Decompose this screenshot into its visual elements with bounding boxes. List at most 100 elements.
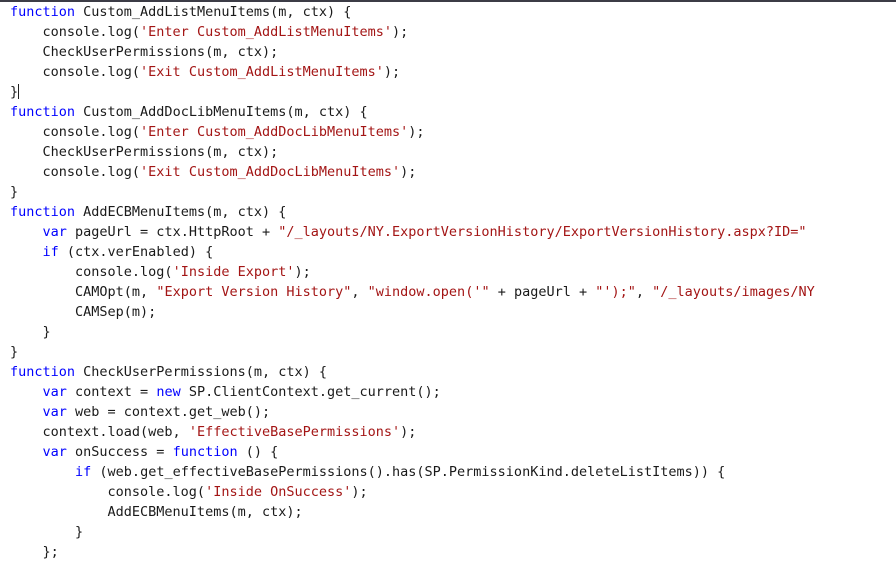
code-token-keyword: new bbox=[156, 384, 181, 400]
code-token-plain: + pageUrl + bbox=[489, 284, 596, 300]
code-token-keyword: var bbox=[42, 444, 67, 460]
code-editor[interactable]: function Custom_AddListMenuItems(m, ctx)… bbox=[0, 0, 896, 565]
code-token-plain: context = bbox=[66, 384, 157, 400]
code-token-plain: }; bbox=[10, 544, 59, 560]
code-token-plain: ); bbox=[400, 424, 417, 440]
code-token-keyword: if bbox=[42, 244, 59, 260]
code-line[interactable]: } bbox=[0, 182, 896, 202]
code-token-plain: } bbox=[10, 524, 84, 540]
code-token-plain: SP.ClientContext.get_current(); bbox=[180, 384, 441, 400]
code-token-keyword: function bbox=[10, 4, 76, 20]
code-text-area[interactable]: function Custom_AddListMenuItems(m, ctx)… bbox=[0, 2, 896, 565]
code-token-plain: ); bbox=[383, 64, 401, 80]
code-token-string: 'Enter Custom_AddListMenuItems' bbox=[140, 24, 393, 40]
code-token-plain: CheckUserPermissions(m, ctx); bbox=[10, 144, 279, 160]
code-token-plain: AddECBMenuItems(m, ctx) { bbox=[75, 204, 287, 220]
code-token-plain: ); bbox=[392, 24, 409, 40]
code-line[interactable]: CAMSep(m); bbox=[0, 302, 896, 322]
code-line[interactable]: context.load(web, 'EffectiveBasePermissi… bbox=[0, 422, 896, 442]
code-token-keyword: if bbox=[75, 464, 92, 480]
code-token-string: "');" bbox=[595, 284, 636, 300]
code-token-plain: } bbox=[10, 84, 19, 100]
code-token-plain: console.log( bbox=[10, 124, 141, 140]
code-token-plain: CheckUserPermissions(m, ctx); bbox=[10, 44, 279, 60]
code-token-string: 'Inside Export' bbox=[172, 264, 295, 280]
code-token-plain: (ctx.verEnabled) { bbox=[58, 244, 214, 260]
code-token-plain: console.log( bbox=[10, 264, 173, 280]
code-token-plain: } bbox=[10, 344, 19, 360]
code-token-string: 'Exit Custom_AddListMenuItems' bbox=[140, 64, 384, 80]
code-token-plain: context.load(web, bbox=[10, 424, 189, 440]
code-token-plain: , bbox=[351, 284, 368, 300]
code-token-keyword: var bbox=[42, 404, 67, 420]
code-token-keyword: function bbox=[10, 104, 76, 120]
code-line[interactable]: function CheckUserPermissions(m, ctx) { bbox=[0, 362, 896, 382]
code-line[interactable]: console.log('Enter Custom_AddListMenuIte… bbox=[0, 22, 896, 42]
code-line[interactable]: }; bbox=[0, 542, 896, 562]
code-token-string: 'EffectiveBasePermissions' bbox=[188, 424, 401, 440]
code-token-string: 'Inside OnSuccess' bbox=[205, 484, 352, 500]
code-line[interactable]: console.log('Inside Export'); bbox=[0, 262, 896, 282]
code-token-plain: web = context.get_web(); bbox=[66, 404, 271, 420]
code-token-string: "/_layouts/NY.ExportVersionHistory/Expor… bbox=[278, 224, 807, 240]
code-line[interactable]: var context = new SP.ClientContext.get_c… bbox=[0, 382, 896, 402]
code-line[interactable]: } bbox=[0, 322, 896, 342]
code-token-string: "window.open('" bbox=[367, 284, 490, 300]
code-token-plain: Custom_AddListMenuItems(m, ctx) { bbox=[75, 4, 352, 20]
code-token-plain: CheckUserPermissions(m, ctx) { bbox=[75, 364, 327, 380]
code-line[interactable]: console.log('Exit Custom_AddDocLibMenuIt… bbox=[0, 162, 896, 182]
code-token-plain: ); bbox=[294, 264, 311, 280]
code-token-plain: ); bbox=[400, 164, 417, 180]
code-token-keyword: var bbox=[42, 224, 67, 240]
code-line[interactable]: CAMOpt(m, "Export Version History", "win… bbox=[0, 282, 896, 302]
code-token-string: "/_layouts/images/NY bbox=[652, 284, 815, 300]
code-token-plain: onSuccess = bbox=[66, 444, 173, 460]
code-token-string: 'Exit Custom_AddDocLibMenuItems' bbox=[140, 164, 401, 180]
code-token-plain: console.log( bbox=[10, 484, 206, 500]
code-token-plain: pageUrl = ctx.HttpRoot + bbox=[66, 224, 279, 240]
code-line[interactable]: } bbox=[0, 82, 896, 102]
code-line[interactable]: var onSuccess = function () { bbox=[0, 442, 896, 462]
code-token-plain: AddECBMenuItems(m, ctx); bbox=[10, 504, 303, 520]
code-token-plain: CAMOpt(m, bbox=[10, 284, 157, 300]
code-line[interactable]: } bbox=[0, 522, 896, 542]
code-token-plain: ); bbox=[408, 124, 425, 140]
code-token-plain: , bbox=[635, 284, 653, 300]
code-line[interactable]: } bbox=[0, 342, 896, 362]
code-line[interactable]: if (ctx.verEnabled) { bbox=[0, 242, 896, 262]
code-line[interactable]: function AddECBMenuItems(m, ctx) { bbox=[0, 202, 896, 222]
code-token-string: "Export Version History" bbox=[156, 284, 352, 300]
code-token-plain: Custom_AddDocLibMenuItems(m, ctx) { bbox=[75, 104, 368, 120]
code-token-plain: CAMSep(m); bbox=[10, 304, 157, 320]
code-token-string: 'Enter Custom_AddDocLibMenuItems' bbox=[140, 124, 409, 140]
code-token-plain: () { bbox=[237, 444, 279, 460]
code-token-keyword: function bbox=[10, 204, 76, 220]
code-token-plain: } bbox=[10, 324, 51, 340]
code-token-plain: console.log( bbox=[10, 164, 141, 180]
code-line[interactable]: function Custom_AddDocLibMenuItems(m, ct… bbox=[0, 102, 896, 122]
code-line[interactable]: if (web.get_effectiveBasePermissions().h… bbox=[0, 462, 896, 482]
code-line[interactable]: console.log('Inside OnSuccess'); bbox=[0, 482, 896, 502]
code-line[interactable]: console.log('Exit Custom_AddListMenuItem… bbox=[0, 62, 896, 82]
code-line[interactable]: CheckUserPermissions(m, ctx); bbox=[0, 142, 896, 162]
code-line[interactable]: var web = context.get_web(); bbox=[0, 402, 896, 422]
code-token-keyword: function bbox=[10, 364, 76, 380]
code-line[interactable]: var pageUrl = ctx.HttpRoot + "/_layouts/… bbox=[0, 222, 896, 242]
code-token-plain: console.log( bbox=[10, 24, 141, 40]
code-token-plain: console.log( bbox=[10, 64, 141, 80]
code-line[interactable]: CheckUserPermissions(m, ctx); bbox=[0, 42, 896, 62]
code-token-plain: ); bbox=[351, 484, 368, 500]
code-token-keyword: var bbox=[42, 384, 67, 400]
text-caret bbox=[18, 84, 20, 99]
code-token-plain: (web.get_effectiveBasePermissions().has(… bbox=[91, 464, 726, 480]
code-token-keyword: function bbox=[172, 444, 238, 460]
code-line[interactable]: console.log('Enter Custom_AddDocLibMenuI… bbox=[0, 122, 896, 142]
code-line[interactable]: function Custom_AddListMenuItems(m, ctx)… bbox=[0, 2, 896, 22]
code-line[interactable]: AddECBMenuItems(m, ctx); bbox=[0, 502, 896, 522]
